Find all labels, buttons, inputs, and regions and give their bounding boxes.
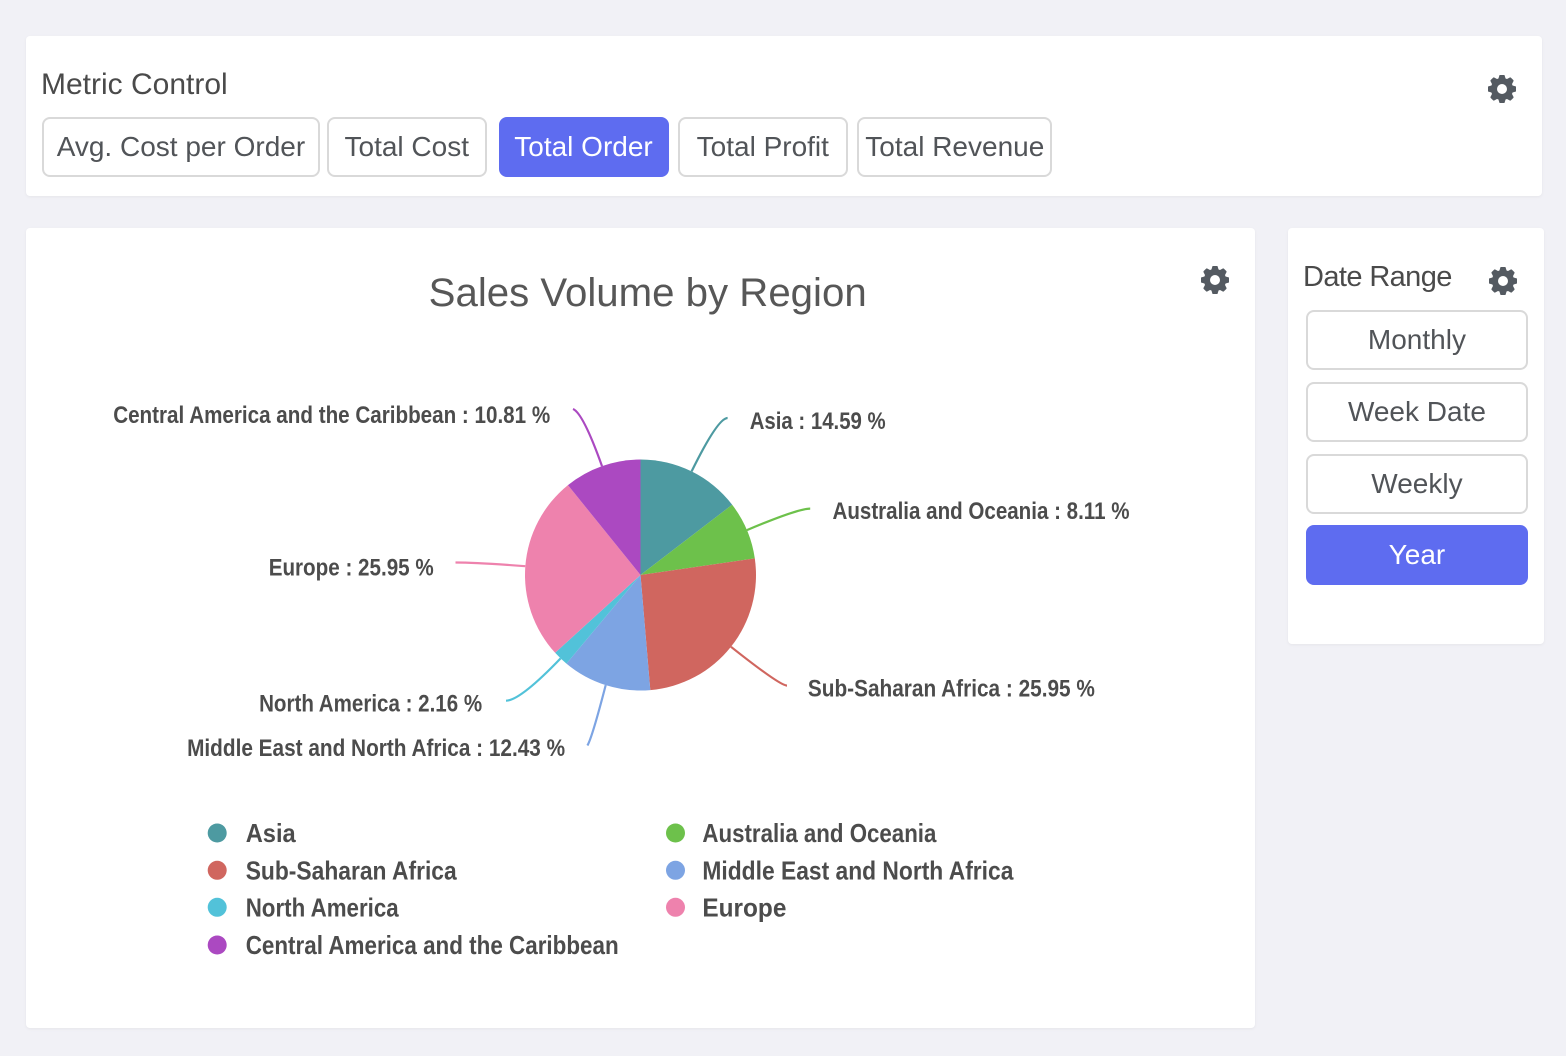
svg-text:Sub-Saharan Africa: Sub-Saharan Africa xyxy=(246,855,457,885)
svg-text:Asia : 14.59 %: Asia : 14.59 % xyxy=(750,408,886,435)
svg-text:North America: North America xyxy=(246,892,399,922)
svg-text:Central America and the Caribb: Central America and the Caribbean : 10.8… xyxy=(113,402,550,429)
svg-text:Australia and Oceania: Australia and Oceania xyxy=(702,818,936,848)
svg-text:North America : 2.16 %: North America : 2.16 % xyxy=(259,690,482,717)
svg-text:Europe : 25.95 %: Europe : 25.95 % xyxy=(269,555,434,582)
svg-text:Europe: Europe xyxy=(702,892,786,922)
svg-text:Sub-Saharan Africa : 25.95 %: Sub-Saharan Africa : 25.95 % xyxy=(808,675,1095,702)
svg-text:Sales Volume by Region: Sales Volume by Region xyxy=(429,271,867,315)
svg-text:Central America and the Caribb: Central America and the Caribbean xyxy=(246,930,619,960)
svg-text:Middle East and North Africa :: Middle East and North Africa : 12.43 % xyxy=(187,735,565,762)
svg-text:Middle East and North Africa: Middle East and North Africa xyxy=(702,855,1013,885)
svg-text:Australia and Oceania : 8.11 %: Australia and Oceania : 8.11 % xyxy=(833,498,1130,525)
svg-text:Asia: Asia xyxy=(246,818,296,848)
